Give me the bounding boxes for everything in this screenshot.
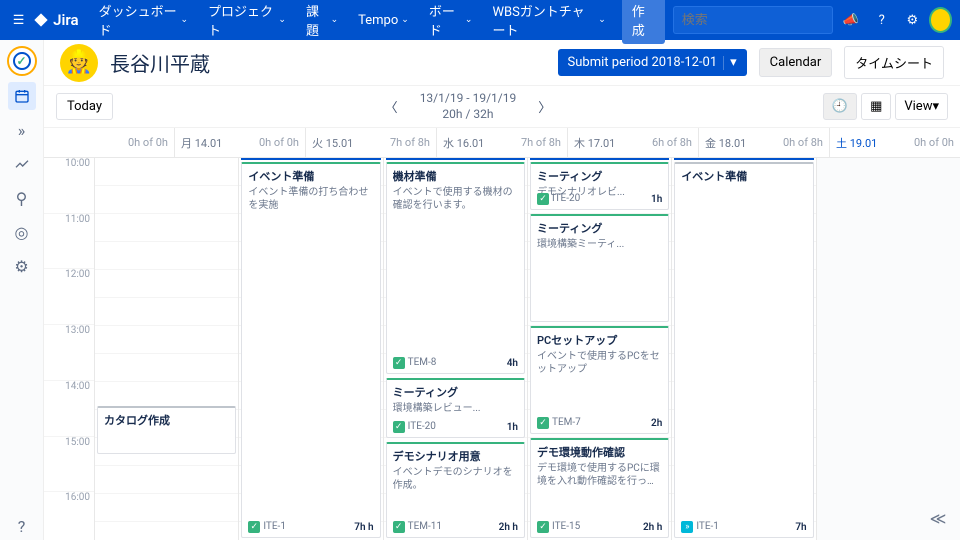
chevron-down-icon: ⌄ [598,15,606,25]
sunday-hours: 0h of 0h [128,136,168,149]
notifications-icon[interactable]: 📣 [839,6,864,34]
reports-nav-icon[interactable]: » [8,116,36,144]
calendar-nav-icon[interactable] [8,82,36,110]
day-col-fri[interactable]: イベント準備»ITE-17h [671,158,815,540]
time-label: 14:00 [44,381,94,437]
day-header: 金 18.010h of 8h [698,128,829,157]
date-range-label: 13/1/19 - 19/1/19 20h / 32h [420,91,517,122]
chevron-down-icon: ⌄ [180,15,188,25]
user-avatar: 👷 [60,44,98,82]
settings-nav-icon[interactable]: ⚙ [8,252,36,280]
teams-nav-icon[interactable]: ⚲ [8,184,36,212]
status-icon: ✓ [537,417,549,429]
time-view-button[interactable]: 🕘 [823,93,857,120]
status-icon: ✓ [393,421,405,433]
chevron-down-icon: ⌄ [278,15,286,25]
today-button[interactable]: Today [56,93,113,120]
time-label: 15:00 [44,437,94,493]
worklog-card[interactable]: ミーティング環境構築ミーティ... [530,214,669,322]
help-icon[interactable]: ? [869,6,894,34]
worklog-card[interactable]: デモ環境動作確認デモ環境で使用するPCに環境を入れ動作確認を行った。✓ITE-1… [530,438,669,538]
status-icon: ✓ [393,521,405,533]
accounts-nav-icon[interactable]: ◎ [8,218,36,246]
search-input[interactable] [682,13,848,28]
page-header: 👷 長谷川平蔵 Submit period 2018-12-01▾ Calend… [44,40,960,86]
chevron-down-icon: ⌄ [401,15,409,25]
submit-period-button[interactable]: Submit period 2018-12-01▾ [558,49,747,76]
chevron-down-icon: ▾ [730,55,737,70]
tab-calendar[interactable]: Calendar [759,48,833,77]
day-col-sat[interactable] [816,158,960,540]
worklog-card[interactable]: 機材準備イベントで使用する機材の確認を行います。✓TEM-84h [386,162,525,374]
grid-view-button[interactable]: ▦ [861,93,891,120]
tab-timesheet[interactable]: タイムシート [844,46,944,79]
status-icon: ✓ [537,193,549,205]
tempo-app-icon[interactable]: ✓ [7,46,37,76]
day-header: 木 17.016h of 8h [567,128,698,157]
day-col-wed[interactable]: 機材準備イベントで使用する機材の確認を行います。✓TEM-84hミーティング環境… [383,158,527,540]
trends-nav-icon[interactable] [8,150,36,178]
time-label: 11:00 [44,214,94,270]
calendar-grid: 0h of 0h 月 14.010h of 0h火 15.017h of 8h水… [44,128,960,540]
chevron-down-icon: ⌄ [331,15,339,25]
status-icon: ✓ [393,357,405,369]
worklog-card[interactable]: イベント準備イベント準備の打ち合わせを実施✓ITE-17h h [241,162,380,538]
time-label: 16:00 [44,492,94,540]
worklog-card[interactable]: PCセットアップイベントで使用するPCをセットアップ✓TEM-72h [530,326,669,434]
settings-icon[interactable]: ⚙ [900,6,925,34]
nav-item[interactable]: プロジェクト⌄ [200,0,294,45]
status-icon: » [681,521,693,533]
prev-week-button[interactable]: 〈 [379,93,404,120]
nav-item[interactable]: ボード⌄ [421,0,481,45]
day-col-tue[interactable]: イベント準備イベント準備の打ち合わせを実施✓ITE-17h h [238,158,382,540]
search-box[interactable]: ⌕ [673,6,833,34]
profile-avatar[interactable] [929,7,952,33]
time-label: 10:00 [44,158,94,214]
calendar-toolbar: Today 〈 13/1/19 - 19/1/19 20h / 32h 〉 🕘 … [44,86,960,128]
help-nav-icon[interactable]: ? [8,512,36,540]
app-switcher-icon[interactable]: ☰ [8,8,29,32]
collapse-panel-button[interactable]: ≪ [926,506,950,530]
worklog-card[interactable]: イベント準備»ITE-17h [674,162,813,538]
day-header: 月 14.010h of 0h [174,128,305,157]
nav-item[interactable]: 課題⌄ [298,0,346,45]
chevron-down-icon: ⌄ [465,15,473,25]
worklog-card[interactable]: デモシナリオ用意イベントデモのシナリオを作成。✓TEM-112h h [386,442,525,538]
worklog-card[interactable]: カタログ作成 [97,406,236,454]
next-week-button[interactable]: 〉 [532,93,557,120]
page-title: 長谷川平蔵 [110,48,210,77]
left-sidebar: ✓ » ⚲ ◎ ⚙ ? [0,40,44,540]
jira-logo[interactable]: Jira [33,11,78,29]
day-col-mon[interactable]: カタログ作成 [94,158,238,540]
status-icon: ✓ [537,521,549,533]
time-label: 12:00 [44,269,94,325]
nav-item[interactable]: ダッシュボード⌄ [91,0,196,45]
day-header: 水 16.017h of 8h [436,128,567,157]
day-col-thu[interactable]: ミーティングデモシナリオレビ...✓ITE-201hミーティング環境構築ミーティ… [527,158,671,540]
day-header: 火 15.017h of 8h [305,128,436,157]
view-dropdown[interactable]: View ▾ [895,93,948,120]
top-nav: ☰ Jira ダッシュボード⌄プロジェクト⌄課題⌄Tempo⌄ボード⌄WBSガン… [0,0,960,40]
nav-item[interactable]: WBSガントチャート⌄ [484,0,613,45]
status-icon: ✓ [248,521,260,533]
worklog-card[interactable]: ミーティング環境構築レビュー...✓ITE-201h [386,378,525,438]
nav-item[interactable]: Tempo⌄ [350,7,417,34]
day-header: 土 19.010h of 0h [829,128,960,157]
create-button[interactable]: 作成 [622,0,665,44]
worklog-card[interactable]: ミーティングデモシナリオレビ...✓ITE-201h [530,162,669,210]
time-label: 13:00 [44,325,94,381]
